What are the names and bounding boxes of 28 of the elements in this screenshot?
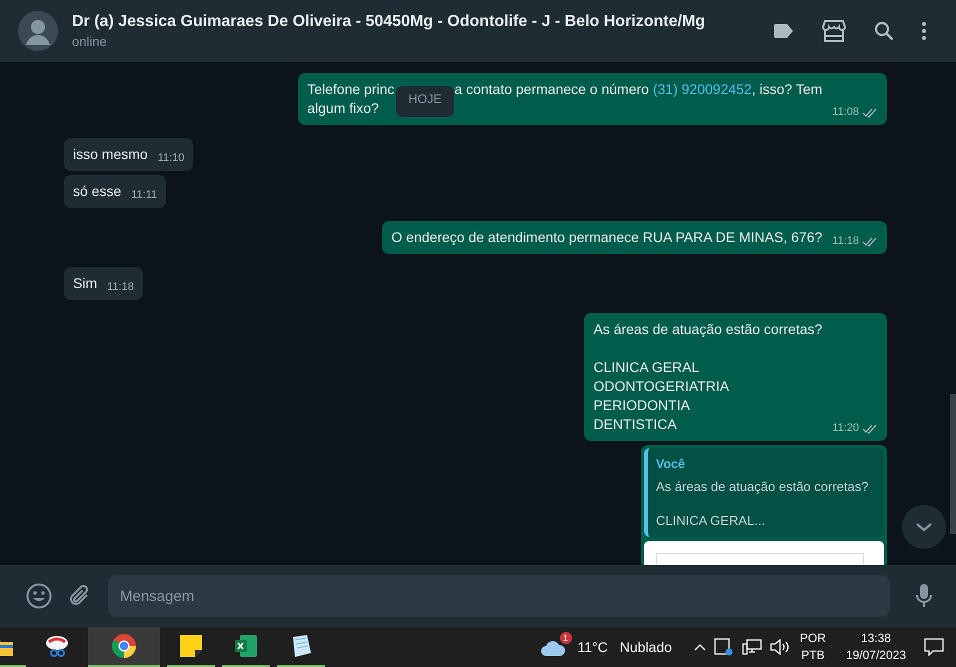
message-text: O endereço de atendimento permanece RUA PARA DE MINAS, 676? xyxy=(391,228,822,247)
message-text: isso mesmo xyxy=(73,145,148,164)
quote-author: Você xyxy=(656,456,686,473)
contact-status: online xyxy=(72,34,108,49)
quoted-message[interactable]: Você As áreas de atuação estão corretas? CLINICA GERAL... xyxy=(644,448,884,537)
message-time: 11:18 xyxy=(107,280,134,295)
message-text: só esse xyxy=(73,182,122,201)
phone-link[interactable]: (31) 920092452 xyxy=(652,81,752,97)
message-time: 11:18 xyxy=(832,234,859,249)
clock-button[interactable]: 13:38 19/07/2023 xyxy=(846,630,906,664)
message-text: , isso? Tem xyxy=(752,81,822,97)
date-badge: HOJE xyxy=(396,86,454,117)
message-input[interactable]: Mensagem xyxy=(108,575,890,617)
message-time: 11:08 xyxy=(832,105,859,120)
message-text: Sim xyxy=(73,274,98,293)
message-time: 11:11 xyxy=(131,188,158,203)
temperature-text[interactable]: 11°C xyxy=(578,639,608,655)
quote-text: As áreas de atuação estão corretas? CLINICA GERAL... xyxy=(656,478,870,529)
notification-badge: 1 xyxy=(560,632,572,644)
message-time: 11:10 xyxy=(158,151,184,166)
message-time: 11:20 xyxy=(832,421,859,436)
message-text: a contato permanece o número xyxy=(454,81,650,97)
message-text: algum fixo? xyxy=(307,100,379,116)
input-language-button[interactable]: POR PTB xyxy=(800,630,826,664)
message-text: Telefone princ xyxy=(307,81,394,97)
message-text: As áreas de atuação estão corretas? CLINICA GERAL ODONTOGERIATRIA PERIODONTIA DENTISTICA xyxy=(593,320,822,434)
weather-text[interactable]: Nublado xyxy=(620,639,672,655)
contact-name[interactable]: Dr (a) Jessica Guimaraes De Oliveira - 50450Mg - Odontolife - J - Belo Horizonte/Mg xyxy=(72,13,774,31)
